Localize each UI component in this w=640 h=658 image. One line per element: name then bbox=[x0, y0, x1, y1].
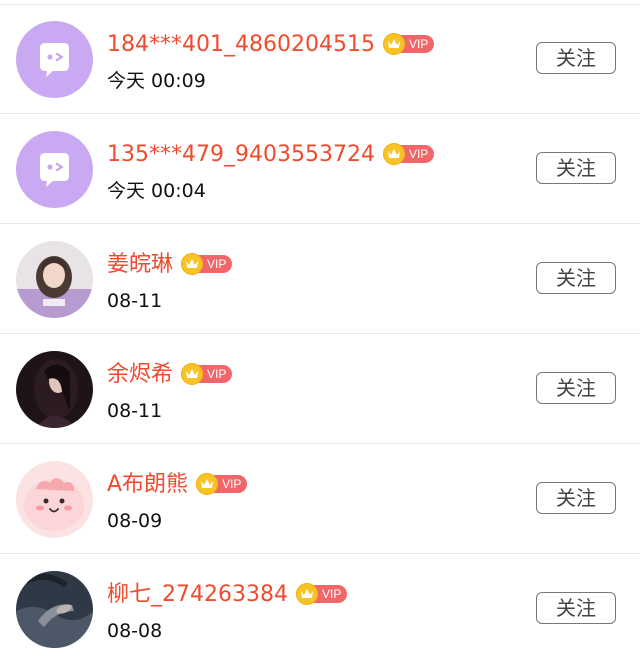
avatar[interactable] bbox=[16, 21, 93, 98]
crown-icon bbox=[196, 473, 219, 495]
user-name-text: 柳七_274263384 bbox=[107, 582, 288, 607]
list-item[interactable]: 135***479_9403553724 VIP 今天 00:04 关注 bbox=[0, 115, 640, 224]
user-name[interactable]: A布朗熊 VIP bbox=[107, 472, 248, 498]
user-photo bbox=[16, 241, 93, 318]
follow-button[interactable]: 关注 bbox=[536, 152, 616, 184]
crown-icon bbox=[382, 33, 405, 55]
follow-button[interactable]: 关注 bbox=[536, 262, 616, 294]
list-item[interactable]: A布朗熊 VIP 08-09 关注 bbox=[0, 445, 640, 554]
default-avatar-icon bbox=[16, 131, 93, 208]
follow-button[interactable]: 关注 bbox=[536, 42, 616, 74]
avatar[interactable] bbox=[16, 351, 93, 428]
user-photo bbox=[16, 351, 93, 428]
cartoon-avatar bbox=[16, 461, 93, 538]
user-photo bbox=[16, 571, 93, 648]
follow-button[interactable]: 关注 bbox=[536, 482, 616, 514]
user-name-text: 135***479_9403553724 bbox=[107, 142, 375, 167]
list-item[interactable]: 柳七_274263384 VIP 08-08 关注 bbox=[0, 555, 640, 658]
timestamp: 08-11 bbox=[107, 400, 163, 422]
vip-badge: VIP bbox=[181, 363, 233, 385]
user-name[interactable]: 184***401_4860204515 VIP bbox=[107, 32, 435, 58]
vip-badge: VIP bbox=[295, 583, 348, 605]
list-item[interactable]: 184***401_4860204515 VIP 今天 00:09 关注 bbox=[0, 5, 640, 114]
user-name-text: 姜皖琳 bbox=[107, 252, 174, 277]
user-name[interactable]: 柳七_274263384 VIP bbox=[107, 582, 348, 608]
avatar[interactable] bbox=[16, 571, 93, 648]
crown-icon bbox=[181, 363, 204, 385]
timestamp: 08-09 bbox=[107, 510, 163, 532]
user-name-text: 余烬希 bbox=[107, 362, 174, 387]
divider bbox=[0, 443, 640, 444]
crown-icon bbox=[181, 253, 204, 275]
follow-button[interactable]: 关注 bbox=[536, 592, 616, 624]
list-item[interactable]: 姜皖琳 VIP 08-11 关注 bbox=[0, 225, 640, 334]
crown-icon bbox=[295, 583, 318, 605]
timestamp: 今天 00:09 bbox=[107, 70, 206, 92]
avatar[interactable] bbox=[16, 461, 93, 538]
divider bbox=[0, 113, 640, 114]
vip-badge: VIP bbox=[382, 143, 435, 165]
user-name-text: A布朗熊 bbox=[107, 472, 189, 497]
timestamp: 08-11 bbox=[107, 290, 163, 312]
default-avatar-icon bbox=[16, 21, 93, 98]
timestamp: 08-08 bbox=[107, 620, 163, 642]
user-name[interactable]: 姜皖琳 VIP bbox=[107, 252, 233, 278]
list-item[interactable]: 余烬希 VIP 08-11 关注 bbox=[0, 335, 640, 444]
avatar[interactable] bbox=[16, 241, 93, 318]
vip-badge: VIP bbox=[382, 33, 435, 55]
crown-icon bbox=[382, 143, 405, 165]
vip-badge: VIP bbox=[196, 473, 248, 495]
follower-list: 184***401_4860204515 VIP 今天 00:09 关注 135… bbox=[0, 0, 640, 658]
follow-button[interactable]: 关注 bbox=[536, 372, 616, 404]
avatar[interactable] bbox=[16, 131, 93, 208]
user-name[interactable]: 135***479_9403553724 VIP bbox=[107, 142, 435, 168]
divider bbox=[0, 223, 640, 224]
user-name-text: 184***401_4860204515 bbox=[107, 32, 375, 57]
divider bbox=[0, 553, 640, 554]
user-name[interactable]: 余烬希 VIP bbox=[107, 362, 233, 388]
timestamp: 今天 00:04 bbox=[107, 180, 206, 202]
divider bbox=[0, 333, 640, 334]
vip-badge: VIP bbox=[181, 253, 233, 275]
